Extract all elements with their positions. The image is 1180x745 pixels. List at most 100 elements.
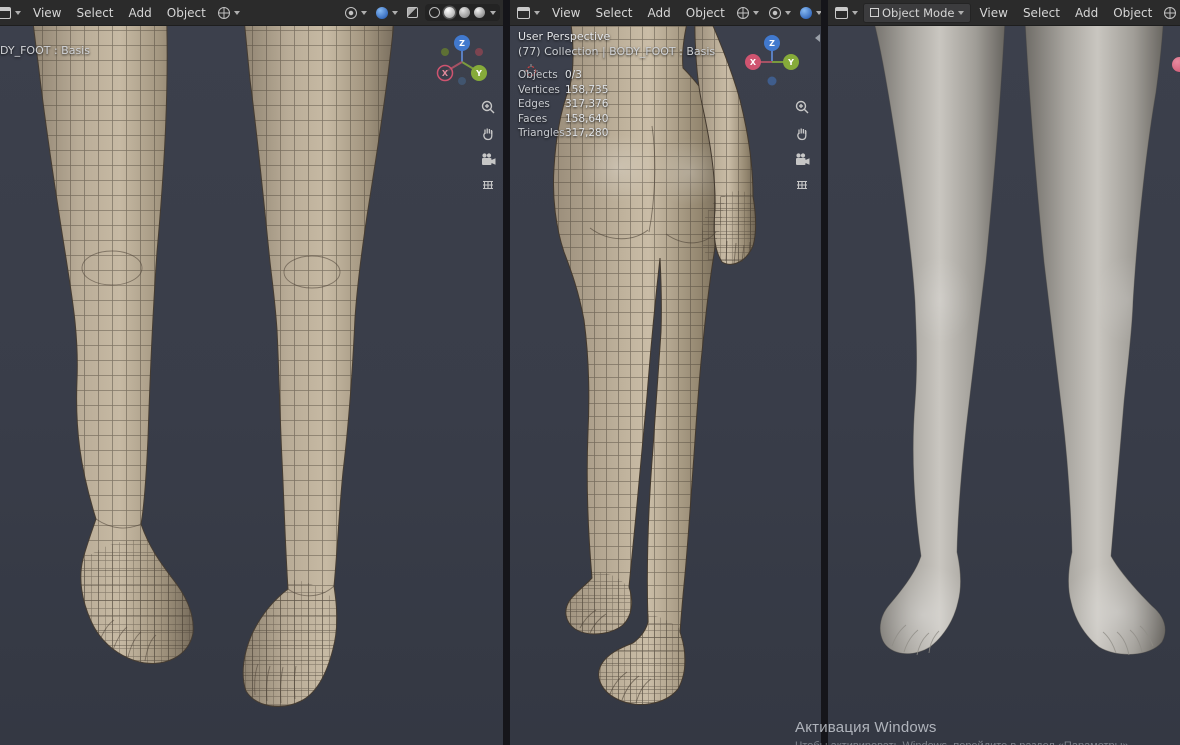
xray-icon — [407, 7, 418, 18]
navigation-gizmo[interactable]: Z Y X — [432, 32, 492, 92]
add-menu[interactable]: Add — [641, 3, 678, 23]
svg-text:X: X — [442, 69, 449, 78]
editor-type-button[interactable] — [831, 4, 862, 22]
gizmo-y-negative-handle[interactable] — [441, 48, 449, 56]
editor-type-button[interactable] — [0, 4, 25, 22]
viewport-nav-tools — [791, 96, 813, 196]
globe-icon — [217, 6, 230, 19]
grid-icon — [483, 180, 493, 190]
view-menu[interactable]: View — [26, 3, 68, 23]
viewport-1[interactable]: View Select Add Object DY_FOOT: Basis Z… — [0, 0, 503, 745]
select-menu[interactable]: Select — [1016, 3, 1067, 23]
3d-viewport-editor-icon — [517, 6, 530, 19]
chevron-down-icon — [752, 10, 759, 15]
mode-label: Object Mode — [882, 5, 955, 20]
zoom-icon — [481, 100, 495, 114]
stat-label: Edges — [518, 98, 550, 111]
shading-material-button[interactable] — [459, 7, 470, 18]
object-mode-icon — [870, 8, 879, 17]
show-overlays-dropdown[interactable] — [372, 4, 402, 22]
add-menu[interactable]: Add — [122, 3, 159, 23]
transform-orientation-dropdown[interactable] — [214, 4, 244, 22]
stat-label: Faces — [518, 112, 548, 125]
viewport-3[interactable]: Object Mode View Select Add Object — [828, 0, 1180, 745]
view-menu[interactable]: View — [972, 3, 1014, 23]
chevron-down-icon — [852, 10, 858, 15]
stat-value: 158,735 — [565, 83, 609, 96]
viewport-divider[interactable] — [821, 0, 828, 745]
svg-text:Z: Z — [769, 39, 775, 48]
gizmo-z-negative-handle[interactable] — [458, 77, 466, 85]
toggle-ortho-button[interactable] — [791, 174, 813, 196]
chevron-down-icon — [15, 10, 21, 15]
right-leg-shaded[interactable] — [1023, 0, 1166, 655]
object-menu[interactable]: Object — [1106, 3, 1159, 23]
object-menu[interactable]: Object — [160, 3, 213, 23]
stat-row: Triangles317,280 — [518, 126, 608, 141]
view-perspective-label: User Perspective — [518, 30, 611, 43]
view-menu[interactable]: View — [545, 3, 587, 23]
model-legs-front-shaded[interactable] — [828, 0, 1180, 745]
stat-row: Objects 0/3 — [518, 68, 608, 83]
active-object-label: BODY_FOOT : Basis — [0, 44, 90, 57]
gizmo-z-negative-handle[interactable] — [767, 76, 777, 86]
overlays-sphere-icon — [376, 6, 388, 19]
show-overlays-dropdown[interactable] — [796, 4, 821, 22]
shading-options-dropdown[interactable] — [490, 10, 496, 15]
globe-icon — [1164, 6, 1177, 19]
shading-highlights — [868, 256, 1166, 655]
blender-window: View Select Add Object DY_FOOT: Basis Z… — [0, 0, 1180, 745]
zoom-view-button[interactable] — [477, 96, 499, 118]
show-gizmos-dropdown[interactable] — [341, 4, 371, 22]
stat-value: 158,640 — [565, 112, 609, 125]
transform-orientation-dropdown[interactable] — [733, 4, 763, 22]
gizmo-icon — [768, 6, 781, 19]
3d-viewport-editor-icon — [0, 6, 11, 19]
shading-mode-group — [425, 4, 500, 21]
scene-statistics: Objects 0/3 Vertices 158,735 Edges 317,376 … — [518, 68, 608, 141]
navigation-gizmo[interactable]: Z Y X — [742, 32, 802, 92]
stat-value: 317,376 — [565, 98, 609, 111]
chevron-down-icon — [958, 10, 965, 15]
shading-wireframe-button[interactable] — [429, 7, 440, 18]
globe-icon — [736, 6, 749, 19]
transform-orientation-dropdown[interactable] — [1160, 4, 1180, 22]
stat-row: Vertices 158,735 — [518, 83, 608, 98]
collection-object-label: (77) Collection | BODY_FOOT : Basis — [518, 45, 716, 58]
viewport-nav-tools — [477, 96, 499, 196]
shading-rendered-button[interactable] — [474, 7, 485, 18]
zoom-view-button[interactable] — [791, 96, 813, 118]
add-menu[interactable]: Add — [1068, 3, 1105, 23]
chevron-down-icon — [233, 10, 240, 15]
hand-icon — [797, 128, 807, 141]
glute-highlight — [578, 134, 658, 202]
toggle-ortho-button[interactable] — [477, 174, 499, 196]
camera-view-button[interactable] — [477, 148, 499, 170]
stat-label: Vertices — [518, 83, 560, 96]
camera-icon — [795, 153, 809, 165]
hand-icon — [483, 128, 493, 141]
show-gizmos-dropdown[interactable] — [765, 4, 795, 22]
svg-text:Z: Z — [459, 39, 465, 48]
viewport-divider[interactable] — [503, 0, 510, 745]
3d-viewport-editor-icon — [835, 6, 848, 19]
mode-dropdown[interactable]: Object Mode — [863, 2, 972, 23]
stat-value: 0/3 — [565, 69, 582, 81]
editor-type-button[interactable] — [513, 4, 544, 22]
sidebar-expand-arrow[interactable] — [815, 34, 820, 42]
select-menu[interactable]: Select — [69, 3, 120, 23]
camera-view-button[interactable] — [791, 148, 813, 170]
model-legs-front-wireframe[interactable] — [0, 0, 503, 745]
pan-view-button[interactable] — [791, 122, 813, 144]
camera-icon — [481, 153, 495, 165]
zoom-icon — [795, 100, 809, 114]
xray-toggle-button[interactable] — [403, 4, 422, 21]
object-menu[interactable]: Object — [679, 3, 732, 23]
gizmo-x-negative-handle[interactable] — [475, 48, 483, 56]
select-menu[interactable]: Select — [588, 3, 639, 23]
stat-label: Triangles — [518, 127, 565, 140]
navigation-gizmo-x-handle[interactable] — [1172, 57, 1180, 72]
shading-solid-button[interactable] — [444, 7, 455, 18]
pan-view-button[interactable] — [477, 122, 499, 144]
viewport-2[interactable]: View Select Add Object User Perspective … — [510, 0, 821, 745]
